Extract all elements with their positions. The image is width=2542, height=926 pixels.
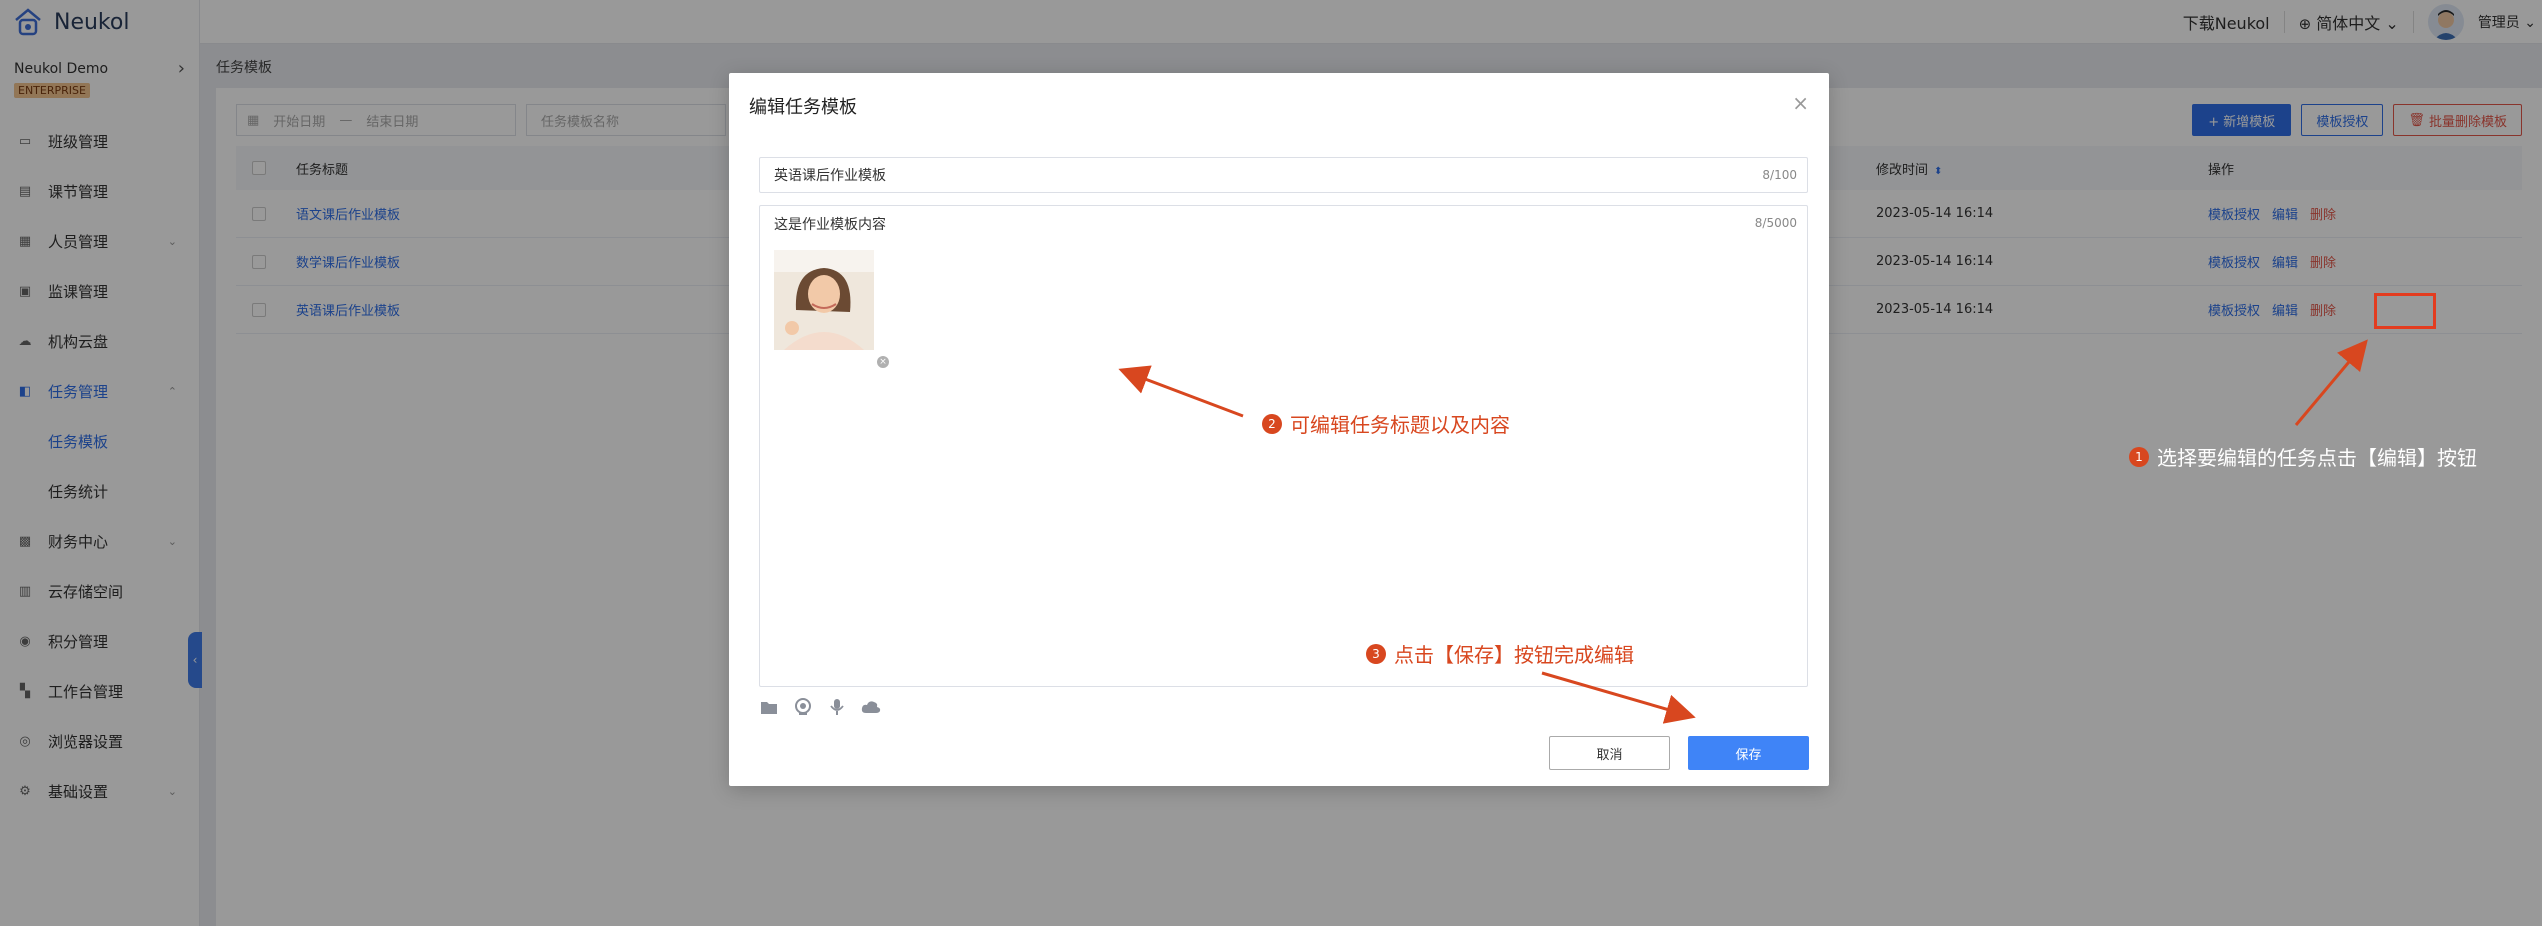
cloud-icon[interactable] <box>861 697 881 717</box>
save-button[interactable]: 保存 <box>1688 736 1809 770</box>
task-title-input[interactable]: 英语课后作业模板 8/100 <box>759 157 1808 193</box>
task-title-value: 英语课后作业模板 <box>774 168 886 184</box>
title-char-count: 8/100 <box>1762 168 1797 182</box>
task-content-value: 这是作业模板内容 <box>774 217 886 233</box>
step-number: 2 <box>1262 413 1282 434</box>
edit-highlight-box <box>2374 293 2436 329</box>
step-text: 选择要编辑的任务点击【编辑】按钮 <box>2157 446 2477 470</box>
cancel-button[interactable]: 取消 <box>1549 736 1670 770</box>
close-icon[interactable]: × <box>1792 91 1809 115</box>
annotation-step-2: 2 可编辑任务标题以及内容 <box>1262 409 1510 438</box>
editor-toolbar <box>759 697 881 717</box>
step-text: 点击【保存】按钮完成编辑 <box>1394 643 1634 667</box>
task-content-editor[interactable]: 这是作业模板内容 8/5000 × <box>759 205 1808 687</box>
step-text: 可编辑任务标题以及内容 <box>1290 413 1510 437</box>
folder-icon[interactable] <box>759 697 779 717</box>
dialog-title: 编辑任务模板 <box>749 97 857 118</box>
step-number: 1 <box>2129 446 2149 467</box>
attached-image[interactable] <box>774 250 874 350</box>
remove-image-icon[interactable]: × <box>877 356 889 368</box>
image-thumbnail <box>774 250 874 350</box>
camera-icon[interactable] <box>793 697 813 717</box>
step-number: 3 <box>1366 643 1386 664</box>
annotation-step-3: 3 点击【保存】按钮完成编辑 <box>1366 639 1634 668</box>
content-char-count: 8/5000 <box>1754 216 1797 230</box>
dialog-footer: 取消 保存 <box>1549 736 1809 770</box>
microphone-icon[interactable] <box>827 697 847 717</box>
annotation-step-1: 1 选择要编辑的任务点击【编辑】按钮 <box>2129 442 2477 471</box>
